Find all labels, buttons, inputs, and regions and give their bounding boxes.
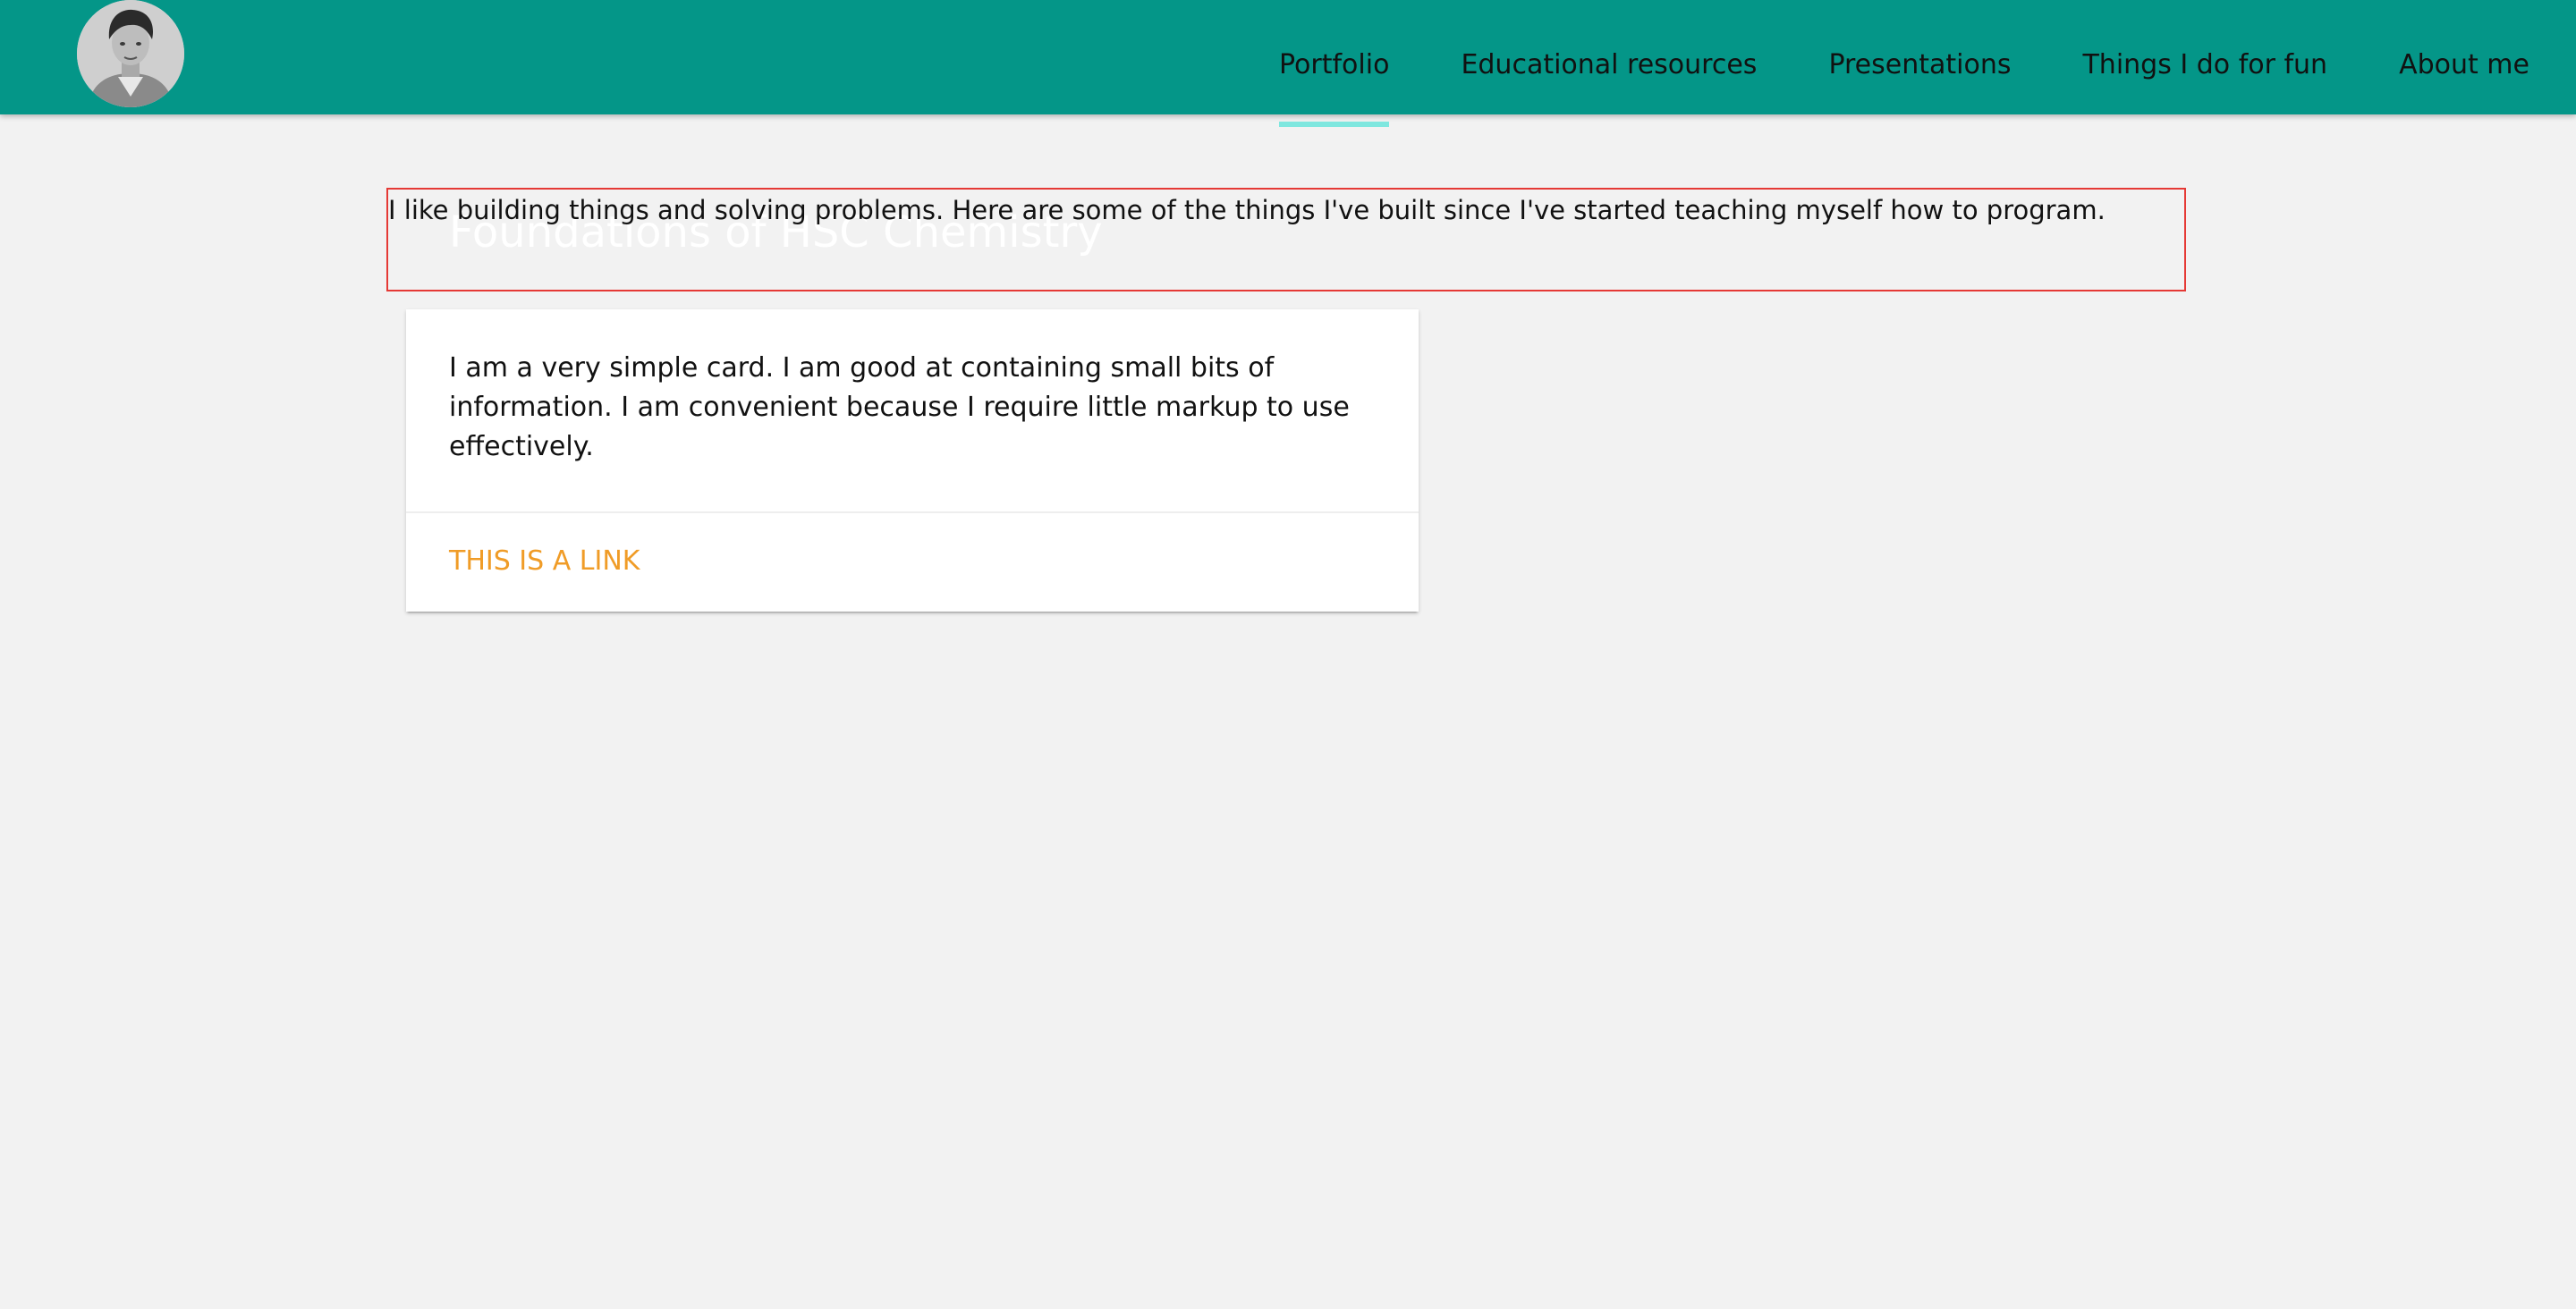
card-link[interactable]: THIS IS A LINK — [449, 545, 640, 577]
nav-about-me[interactable]: About me — [2369, 0, 2576, 114]
intro-section: Foundations of HSC Chemistry I like buil… — [386, 188, 2186, 291]
nav-portfolio[interactable]: Portfolio — [1250, 0, 1419, 127]
nav-presentations[interactable]: Presentations — [1799, 0, 2040, 114]
profile-photo — [77, 0, 184, 107]
card-text: I am a very simple card. I am good at co… — [449, 352, 1350, 462]
card-action: THIS IS A LINK — [406, 513, 1419, 610]
intro-text: I like building things and solving probl… — [388, 195, 2106, 225]
card-content: I am a very simple card. I am good at co… — [406, 309, 1419, 513]
top-navbar: Portfolio Educational resources Presenta… — [0, 0, 2576, 127]
nav-things-i-do-for-fun[interactable]: Things I do for fun — [2053, 0, 2357, 114]
project-card: I am a very simple card. I am good at co… — [406, 309, 1419, 612]
avatar[interactable] — [77, 0, 184, 107]
nav-educational-resources[interactable]: Educational resources — [1431, 0, 1786, 114]
main-nav: Portfolio Educational resources Presenta… — [1243, 0, 2576, 127]
